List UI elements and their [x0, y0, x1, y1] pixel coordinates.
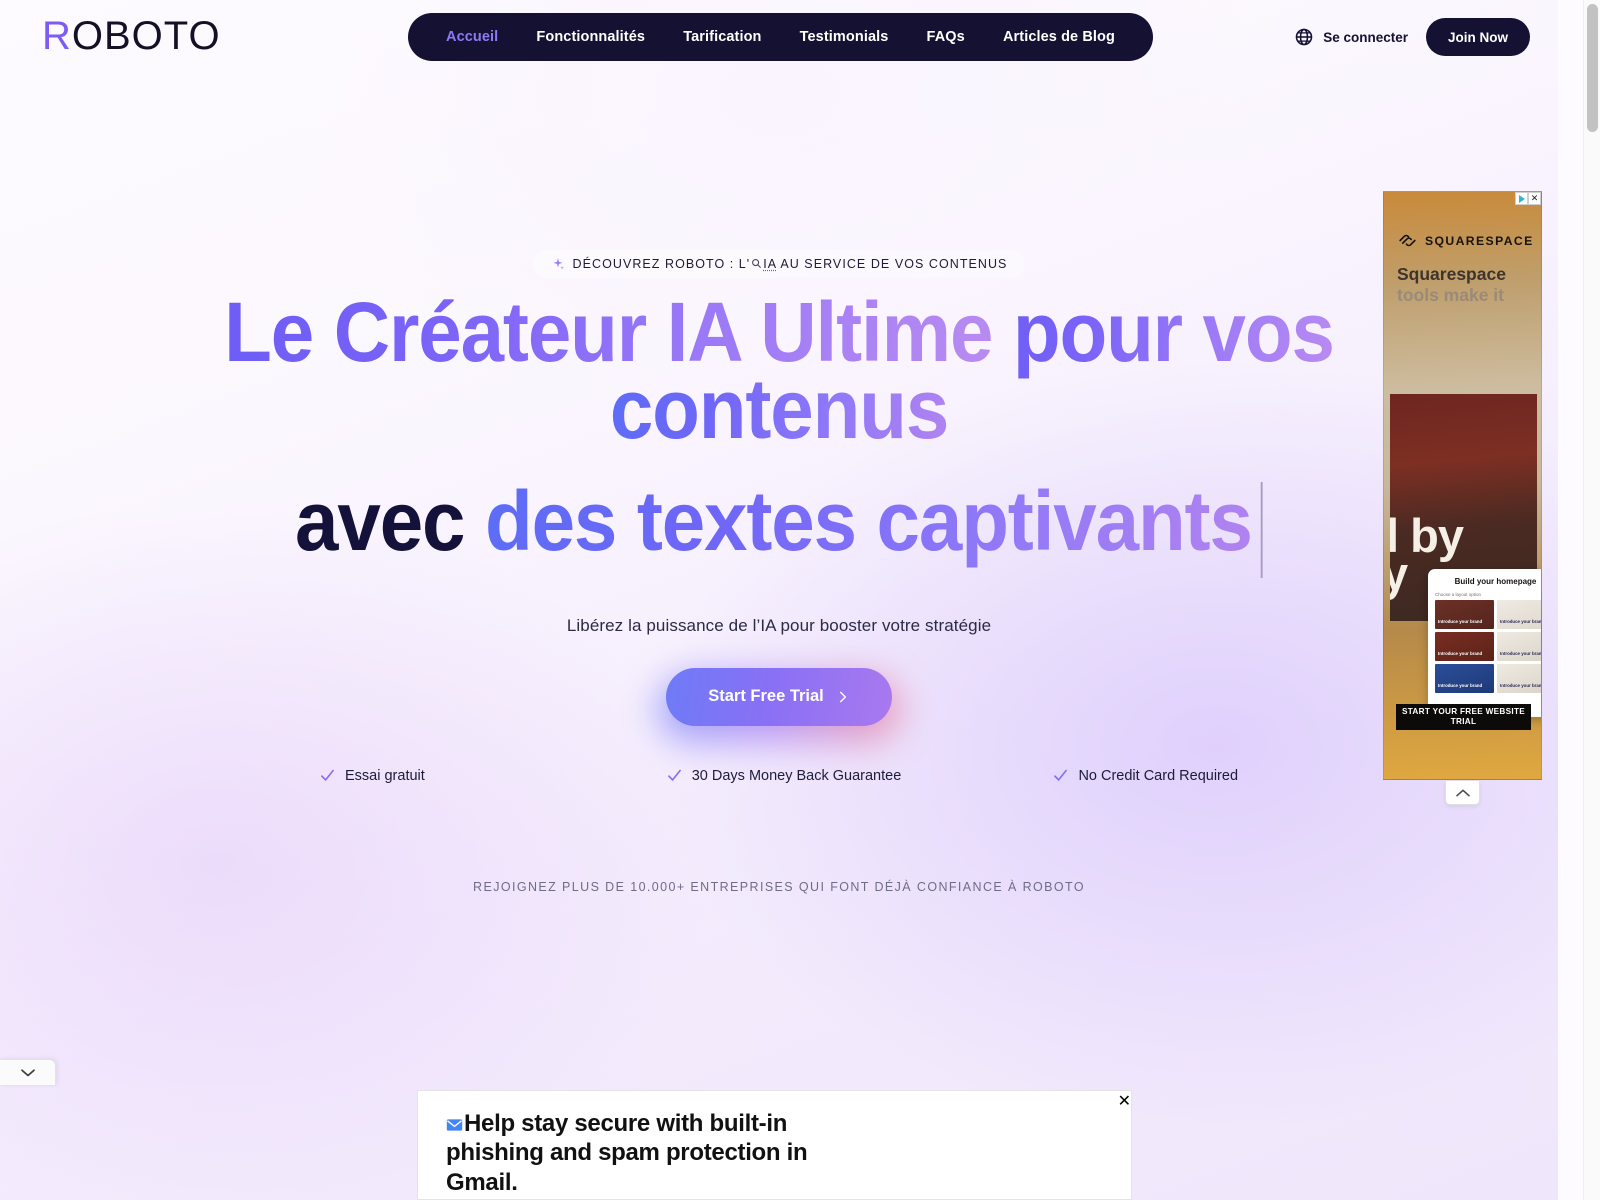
vertical-scrollbar-track[interactable]	[1583, 0, 1600, 1200]
thumbnail-label: Introduce your brand	[1500, 683, 1542, 689]
vertical-scrollbar-thumb[interactable]	[1587, 4, 1598, 132]
hero-headline: Le Créateur IA Ultime pour vos contenus	[55, 290, 1504, 451]
nav-item-fonctionnalites[interactable]: Fonctionnalités	[536, 29, 645, 45]
layout-thumbnail[interactable]: Introduce your brand	[1497, 664, 1542, 693]
side-ad-collapse-button[interactable]	[1445, 781, 1480, 805]
cta-label: Start Free Trial	[708, 687, 824, 706]
hero-badge-text-before: DÉCOUVREZ ROBOTO : L'	[572, 257, 751, 271]
feature-item: Essai gratuit	[320, 768, 623, 784]
product-card-subtitle: Choose a layout option	[1435, 592, 1482, 597]
nav-item-accueil[interactable]: Accueil	[446, 29, 498, 45]
page-viewport: ROBOTO Accueil Fonctionnalités Tarificat…	[0, 0, 1558, 1200]
check-icon	[667, 769, 681, 781]
bottom-ad-adchoices[interactable]: ✕	[1118, 1091, 1131, 1110]
hero-badge-text: DÉCOUVREZ ROBOTO : L' IA AU SERVICE DE VO…	[573, 257, 1008, 271]
hero-feature-list: Essai gratuit 30 Days Money Back Guarant…	[0, 768, 1558, 784]
hero-subtitle: Libérez la puissance de l’IA pour booste…	[566, 615, 992, 635]
squarespace-logo-icon	[1399, 234, 1416, 247]
nav-item-testimonials[interactable]: Testimonials	[800, 29, 889, 45]
feature-item: 30 Days Money Back Guarantee	[623, 768, 936, 784]
hero-section: DÉCOUVREZ ROBOTO : L' IA AU SERVICE DE VO…	[0, 250, 1558, 894]
hero-badge-misspelled-word: IA	[763, 257, 777, 271]
start-free-trial-button[interactable]: Start Free Trial	[666, 667, 892, 726]
layout-thumbnail[interactable]: Introduce your brand	[1497, 632, 1542, 661]
close-icon[interactable]: ✕	[1528, 192, 1541, 205]
product-card-title: Build your homepage	[1454, 577, 1537, 586]
bottom-advertisement[interactable]: ✕ Help stay secure with built-in phishin…	[417, 1090, 1132, 1200]
chevron-right-icon	[839, 691, 846, 702]
nav-item-faqs[interactable]: FAQs	[927, 29, 965, 45]
side-advertisement[interactable]: ✕ SQUARESPACE Squarespace tools make it …	[1383, 191, 1542, 780]
headline-part-3: contenus	[609, 362, 949, 457]
layout-thumbnail[interactable]: Introduce your brand	[1435, 664, 1494, 693]
layout-thumbnail[interactable]: Introduce your brand	[1435, 632, 1494, 661]
side-ad-cta-button[interactable]: START YOUR FREE WEBSITE TRIAL	[1396, 704, 1531, 730]
site-header: ROBOTO Accueil Fonctionnalités Tarificat…	[0, 0, 1558, 72]
thumbnail-label: Introduce your brand	[1438, 619, 1483, 625]
headline-part-2: pour vos	[992, 285, 1335, 379]
site-logo[interactable]: ROBOTO	[42, 13, 221, 59]
main-navigation: Accueil Fonctionnalités Tarification Tes…	[408, 13, 1153, 61]
side-ad-photo-word-2: y	[1390, 546, 1408, 601]
typing-cursor	[1261, 481, 1263, 578]
login-link[interactable]: Se connecter	[1323, 30, 1408, 45]
thumbnail-label: Introduce your brand	[1438, 683, 1483, 689]
bottom-left-collapse-tab[interactable]	[0, 1059, 56, 1086]
hero-cta-wrapper: Start Free Trial	[0, 667, 1558, 742]
headline-typed-word: des textes captivants	[484, 473, 1253, 568]
adchoices-icon[interactable]	[1515, 192, 1528, 205]
feature-label: No Credit Card Required	[1078, 767, 1239, 784]
check-icon	[321, 769, 334, 781]
thumbnail-label: Introduce your brand	[1500, 619, 1542, 625]
side-ad-headline-line1: Squarespace	[1397, 264, 1506, 284]
thumbnail-label: Introduce your brand	[1500, 651, 1542, 657]
headline-typed-prefix: avec	[295, 473, 485, 568]
layout-thumbnail[interactable]: Introduce your brand	[1497, 600, 1542, 629]
feature-label: Essai gratuit	[345, 767, 425, 784]
close-icon[interactable]: ✕	[1118, 1091, 1131, 1110]
nav-item-articles-de-blog[interactable]: Articles de Blog	[1003, 29, 1115, 45]
side-ad-adchoices[interactable]: ✕	[1515, 192, 1541, 205]
feature-item: No Credit Card Required	[935, 768, 1238, 784]
hero-headline-typed-line: avec des textes captivants	[55, 479, 1504, 578]
squarespace-brand-row: SQUARESPACE	[1397, 230, 1534, 251]
trust-banner-text: REJOIGNEZ PLUS DE 10.000+ ENTREPRISES QU…	[473, 879, 1085, 894]
hero-badge: DÉCOUVREZ ROBOTO : L' IA AU SERVICE DE VO…	[532, 250, 1026, 278]
join-now-button[interactable]: Join Now	[1426, 18, 1530, 56]
squarespace-brand-name: SQUARESPACE	[1425, 233, 1534, 248]
chevron-down-icon	[20, 1069, 35, 1077]
gmail-icon	[446, 1119, 463, 1131]
globe-icon[interactable]	[1295, 28, 1313, 46]
search-icon	[752, 259, 762, 269]
check-icon	[1054, 769, 1068, 781]
nav-item-tarification[interactable]: Tarification	[683, 29, 761, 45]
side-ad-headline-line2: tools make it	[1397, 285, 1504, 305]
feature-label: 30 Days Money Back Guarantee	[691, 767, 902, 784]
header-actions: Se connecter Join Now	[1295, 18, 1530, 56]
bottom-ad-headline-text: Help stay secure with built-in phishing …	[446, 1110, 808, 1196]
side-ad-product-card: Build your homepage Choose a layout opti…	[1428, 569, 1542, 717]
bottom-ad-headline: Help stay secure with built-in phishing …	[446, 1109, 876, 1197]
layout-thumbnail-grid: Introduce your brand Introduce your bran…	[1435, 600, 1542, 693]
chevron-up-icon	[1455, 789, 1470, 796]
logo-first-letter: R	[42, 14, 72, 58]
layout-thumbnail[interactable]: Introduce your brand	[1435, 600, 1494, 629]
hero-badge-text-after: AU SERVICE DE VOS CONTENUS	[776, 257, 1008, 271]
thumbnail-label: Introduce your brand	[1438, 651, 1483, 657]
sparkle-icon	[552, 258, 564, 270]
logo-rest: OBOTO	[71, 14, 221, 58]
